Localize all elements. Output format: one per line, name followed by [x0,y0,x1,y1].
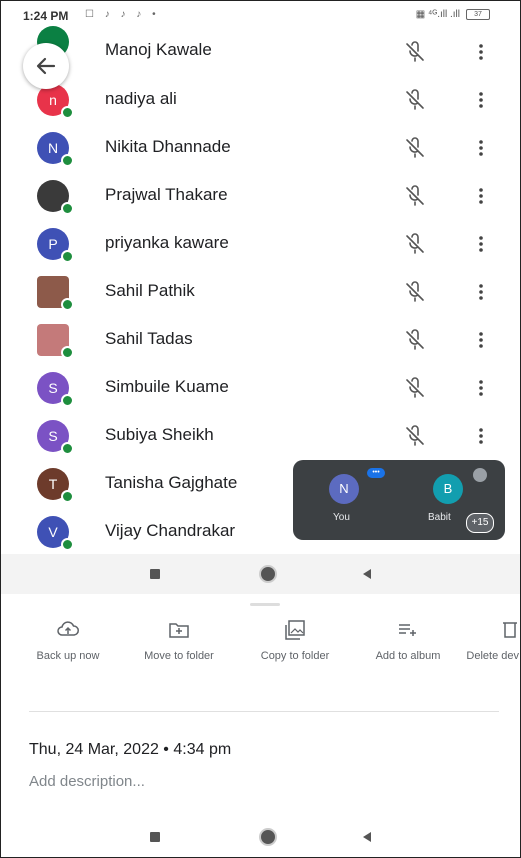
participant-name: Subiya Sheikh [105,425,214,444]
mic-off-icon [406,233,424,254]
status-right: ▦ ⁴ᴳ.ıll .ıll 37 [416,9,490,20]
mic-off-icon [406,425,424,446]
back-up-button[interactable]: Back up now [23,619,113,663]
move-to-folder-button[interactable]: Move to folder [134,619,224,663]
participant-row[interactable]: P priyanka kaware [1,220,520,268]
mic-off-icon [406,89,424,110]
status-time: 1:24 PM [23,9,69,23]
action-label: Add to album [375,650,441,662]
participant-label: Babit [428,512,451,523]
photo-date: Thu, 24 Mar, 2022 • 4:34 pm [29,741,232,758]
online-indicator [61,442,74,455]
participant-row[interactable]: Sahil Tadas [1,316,520,364]
online-indicator [61,106,74,119]
back-button[interactable] [23,43,69,89]
participant-name: Simbuile Kuame [105,377,229,396]
home-button[interactable] [259,565,277,583]
mic-off-icon [406,137,424,158]
screen-frame: 1:24 PM ☐ ♪ ♪ ♪ • ▦ ⁴ᴳ.ıll .ıll 37 Manoj… [0,0,521,858]
mic-off-icon [406,41,424,62]
copy-image-icon [285,620,305,640]
more-vert-icon[interactable] [471,40,491,64]
participant-row[interactable]: n nadiya ali [1,76,520,124]
participant-name: Vijay Chandrakar [105,521,236,540]
home-button[interactable] [259,828,277,846]
delete-device-icon [503,622,517,638]
self-view-panel[interactable]: N ••• You B Babit +15 [293,460,505,540]
action-label: Back up now [36,650,100,662]
participant-name: Tanisha Gajghate [105,473,238,492]
playlist-add-icon [399,624,416,636]
mic-off-icon [406,281,424,302]
online-indicator [61,298,74,311]
participant-name: Sahil Tadas [105,329,193,348]
mic-off-icon [406,185,424,206]
delete-from-device-button[interactable]: Delete dev [459,619,520,663]
online-indicator [61,346,74,359]
participant-name: Nikita Dhannade [105,137,231,156]
status-bar: 1:24 PM ☐ ♪ ♪ ♪ • ▦ ⁴ᴳ.ıll .ıll 37 [1,1,520,31]
more-vert-icon[interactable] [471,280,491,304]
folder-move-icon [169,623,189,638]
participant-name: priyanka kaware [105,233,229,252]
mic-off-icon [473,468,487,482]
back-nav-button[interactable] [363,569,371,579]
mic-off-icon [406,377,424,398]
online-indicator [61,202,74,215]
online-indicator [61,250,74,263]
online-indicator [61,154,74,167]
participant-row[interactable]: S Simbuile Kuame [1,364,520,412]
divider [29,711,499,712]
participant-row[interactable]: Sahil Pathik [1,268,520,316]
participant-name: nadiya ali [105,89,177,108]
arrow-left-icon [36,57,56,75]
add-to-album-button[interactable]: Add to album [363,619,453,663]
mic-off-icon [406,329,424,350]
online-indicator [61,538,74,551]
participant-name: Prajwal Thakare [105,185,228,204]
participant-row[interactable]: Manoj Kawale [1,26,520,76]
participant-name: Manoj Kawale [105,40,212,59]
copy-to-folder-button[interactable]: Copy to folder [250,619,340,663]
action-label: Copy to folder [260,650,330,662]
online-indicator [61,394,74,407]
more-vert-icon[interactable] [471,136,491,160]
self-avatar: N [329,474,359,504]
more-vert-icon[interactable] [471,376,491,400]
recents-button[interactable] [150,569,160,579]
more-participants-badge[interactable]: +15 [466,513,494,533]
battery-icon: 37 [466,9,490,20]
sheet-handle[interactable] [250,603,280,606]
system-nav-bar [1,554,520,594]
more-vert-icon[interactable] [471,184,491,208]
cloud-upload-icon [57,621,79,636]
action-label: Delete dev [466,650,519,662]
participant-row[interactable]: N Nikita Dhannade [1,124,520,172]
more-vert-icon[interactable] [471,88,491,112]
signal-icon: ▦ ⁴ᴳ.ıll .ıll [415,9,460,20]
back-nav-button[interactable] [363,832,371,842]
online-indicator [61,490,74,503]
more-vert-icon[interactable] [471,232,491,256]
more-vert-icon[interactable] [471,328,491,352]
audio-level-icon: ••• [367,468,385,478]
self-label: You [333,512,350,523]
description-input[interactable]: Add description... [29,773,145,790]
participant-row[interactable]: S Subiya Sheikh [1,412,520,460]
more-vert-icon[interactable] [471,424,491,448]
recents-button[interactable] [150,832,160,842]
participant-name: Sahil Pathik [105,281,195,300]
system-nav-bar-bottom [1,817,520,857]
participant-row[interactable]: Prajwal Thakare [1,172,520,220]
action-label: Move to folder [144,650,214,662]
notification-icons: ☐ ♪ ♪ ♪ • [85,9,160,20]
participant-avatar: B [433,474,463,504]
